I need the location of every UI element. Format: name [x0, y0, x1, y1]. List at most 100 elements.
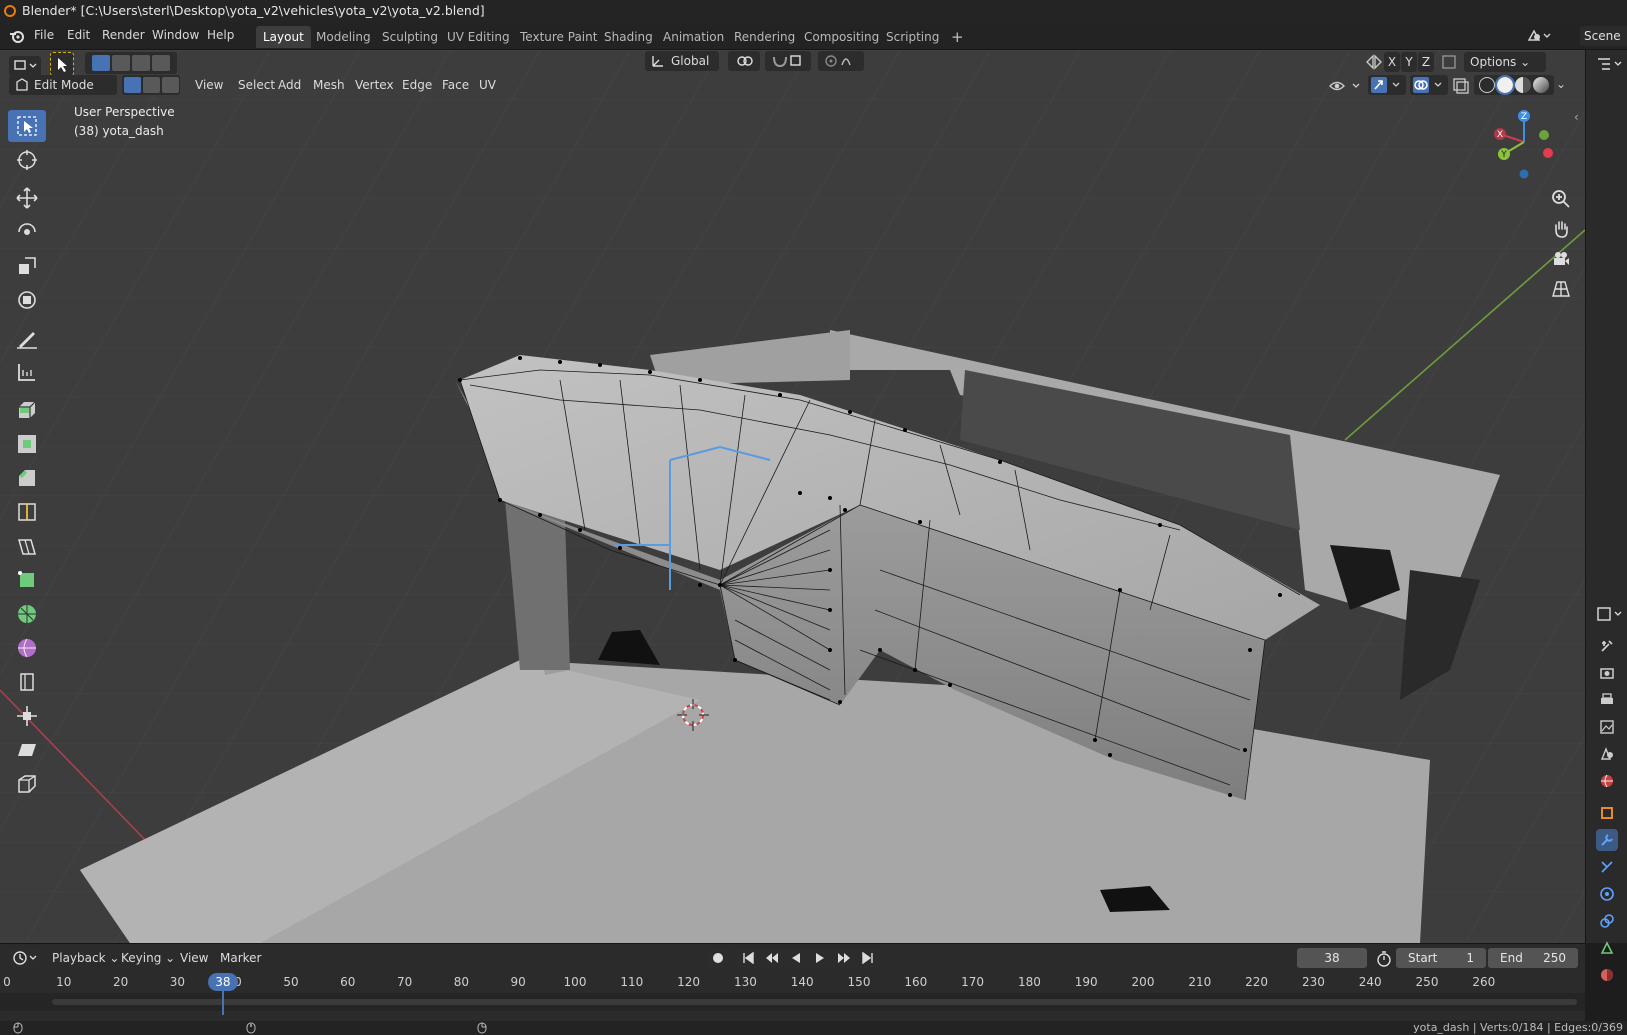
menu-uv[interactable]: UV	[474, 75, 501, 95]
tool-cursor[interactable]	[8, 144, 46, 176]
menu-file[interactable]: File	[34, 28, 54, 42]
physics-properties-tab[interactable]	[1596, 883, 1618, 905]
menu-playback[interactable]: Playback ⌄	[47, 948, 124, 968]
menu-render[interactable]: Render	[102, 28, 145, 42]
zoom-button[interactable]	[1548, 186, 1574, 212]
tool-knife[interactable]	[8, 530, 46, 562]
tool-transform[interactable]	[8, 284, 46, 316]
overlays-toggle[interactable]	[1410, 75, 1448, 95]
tool-loop-cut[interactable]	[8, 496, 46, 528]
menu-help[interactable]: Help	[207, 28, 234, 42]
current-frame-field[interactable]: 38	[1297, 948, 1367, 968]
menu-view[interactable]: View	[190, 75, 228, 95]
3d-viewport[interactable]: Global X Y Z Options ⌄ Edit Mode View Se…	[0, 50, 1585, 943]
material-shading-icon[interactable]	[1515, 77, 1531, 93]
tab-shading[interactable]: Shading	[597, 26, 660, 48]
tab-animation[interactable]: Animation	[656, 26, 731, 48]
tool-spin[interactable]	[8, 598, 46, 630]
jump-end-button[interactable]	[857, 948, 879, 968]
editor-type-button[interactable]	[9, 56, 41, 76]
tab-rendering[interactable]: Rendering	[727, 26, 802, 48]
tool-poly-build[interactable]	[8, 564, 46, 596]
mirror-x-toggle[interactable]: X	[1384, 52, 1400, 72]
visibility-eye-icon[interactable]	[1328, 77, 1364, 95]
menu-mesh[interactable]: Mesh	[308, 75, 350, 95]
material-properties-tab[interactable]	[1596, 964, 1618, 986]
timeline-editor-type-button[interactable]	[9, 948, 41, 968]
world-properties-tab[interactable]	[1596, 770, 1618, 792]
viewport-scene[interactable]	[0, 50, 1585, 943]
properties-editor-type-icon[interactable]	[1594, 604, 1624, 624]
pan-button[interactable]	[1548, 216, 1574, 242]
tool-rotate[interactable]	[8, 216, 46, 248]
tool-shrink-fatten[interactable]	[8, 700, 46, 732]
tool-inset[interactable]	[8, 428, 46, 460]
end-frame-field[interactable]: End 250	[1488, 948, 1578, 968]
tab-uv-editing[interactable]: UV Editing	[440, 26, 517, 48]
play-button[interactable]	[809, 948, 831, 968]
jump-start-button[interactable]	[737, 948, 759, 968]
navigation-gizmo[interactable]: Z X Y	[1490, 108, 1565, 180]
timeline-area[interactable]: 0102030405060708090100110120130140150160…	[0, 971, 1585, 1021]
tool-annotate[interactable]	[8, 322, 46, 354]
tool-smooth[interactable]	[8, 632, 46, 664]
mirror-y-toggle[interactable]: Y	[1401, 52, 1417, 72]
data-properties-tab[interactable]	[1596, 937, 1618, 959]
output-properties-tab[interactable]	[1596, 689, 1618, 711]
view-layer-properties-tab[interactable]	[1596, 716, 1618, 738]
tab-compositing[interactable]: Compositing	[797, 26, 886, 48]
wireframe-shading-icon[interactable]	[1479, 77, 1495, 93]
prev-keyframe-button[interactable]	[761, 948, 783, 968]
tool-extrude[interactable]	[8, 394, 46, 426]
auto-keying-record-button[interactable]	[707, 948, 729, 968]
tab-modeling[interactable]: Modeling	[309, 26, 378, 48]
snapping-group[interactable]	[765, 51, 811, 71]
next-keyframe-button[interactable]	[833, 948, 855, 968]
tool-properties-tab[interactable]	[1596, 635, 1618, 657]
shading-options-chevron-icon[interactable]: ⌄	[1556, 77, 1566, 91]
perspective-toggle-button[interactable]	[1548, 276, 1574, 302]
outliner-editor-type-icon[interactable]	[1594, 54, 1624, 74]
auto-merge-icon[interactable]	[1439, 53, 1459, 71]
tab-texture-paint[interactable]: Texture Paint	[513, 26, 604, 48]
options-dropdown[interactable]: Options ⌄	[1464, 52, 1546, 72]
start-frame-field[interactable]: Start 1	[1396, 948, 1486, 968]
menu-timeline-view[interactable]: View	[175, 948, 213, 968]
scene-properties-tab[interactable]	[1596, 743, 1618, 765]
select-box-tool-button[interactable]	[50, 52, 74, 76]
tab-scripting[interactable]: Scripting	[879, 26, 946, 48]
proportional-editing-group[interactable]	[818, 51, 864, 71]
mode-dropdown[interactable]: Edit Mode	[9, 75, 117, 95]
camera-view-button[interactable]	[1548, 246, 1574, 272]
menu-keying[interactable]: Keying ⌄	[116, 948, 180, 968]
solid-shading-icon[interactable]	[1495, 75, 1515, 95]
play-reverse-button[interactable]	[785, 948, 807, 968]
tool-scale[interactable]	[8, 250, 46, 282]
playhead-frame-indicator[interactable]: 38	[207, 973, 238, 991]
tab-layout[interactable]: Layout	[256, 26, 311, 48]
object-properties-tab[interactable]	[1596, 802, 1618, 824]
menu-add[interactable]: Add	[273, 75, 306, 95]
mirror-z-toggle[interactable]: Z	[1418, 52, 1434, 72]
face-select-icon[interactable]	[161, 77, 179, 93]
menu-edit[interactable]: Edit	[67, 28, 90, 42]
add-workspace-button[interactable]: +	[944, 26, 971, 48]
menu-vertex[interactable]: Vertex	[350, 75, 399, 95]
stopwatch-icon[interactable]	[1376, 951, 1392, 967]
menu-edge[interactable]: Edge	[397, 75, 437, 95]
scene-name-field[interactable]: Scene	[1580, 26, 1627, 46]
constraints-properties-tab[interactable]	[1596, 910, 1618, 932]
transform-orientation-dropdown[interactable]: Global	[645, 51, 719, 71]
menu-marker[interactable]: Marker	[215, 948, 266, 968]
blender-menu-icon[interactable]	[9, 28, 25, 44]
rendered-shading-icon[interactable]	[1533, 77, 1549, 93]
tool-rip[interactable]	[8, 768, 46, 800]
sidebar-toggle-chevron-icon[interactable]: ‹	[1574, 110, 1579, 124]
xray-toggle-icon[interactable]	[1452, 77, 1470, 95]
tab-sculpting[interactable]: Sculpting	[375, 26, 445, 48]
modifier-properties-tab[interactable]	[1596, 829, 1618, 851]
tool-edge-slide[interactable]	[8, 666, 46, 698]
gizmo-toggle[interactable]	[1368, 75, 1406, 95]
pivot-point-dropdown[interactable]	[728, 51, 760, 71]
particles-properties-tab[interactable]	[1596, 856, 1618, 878]
